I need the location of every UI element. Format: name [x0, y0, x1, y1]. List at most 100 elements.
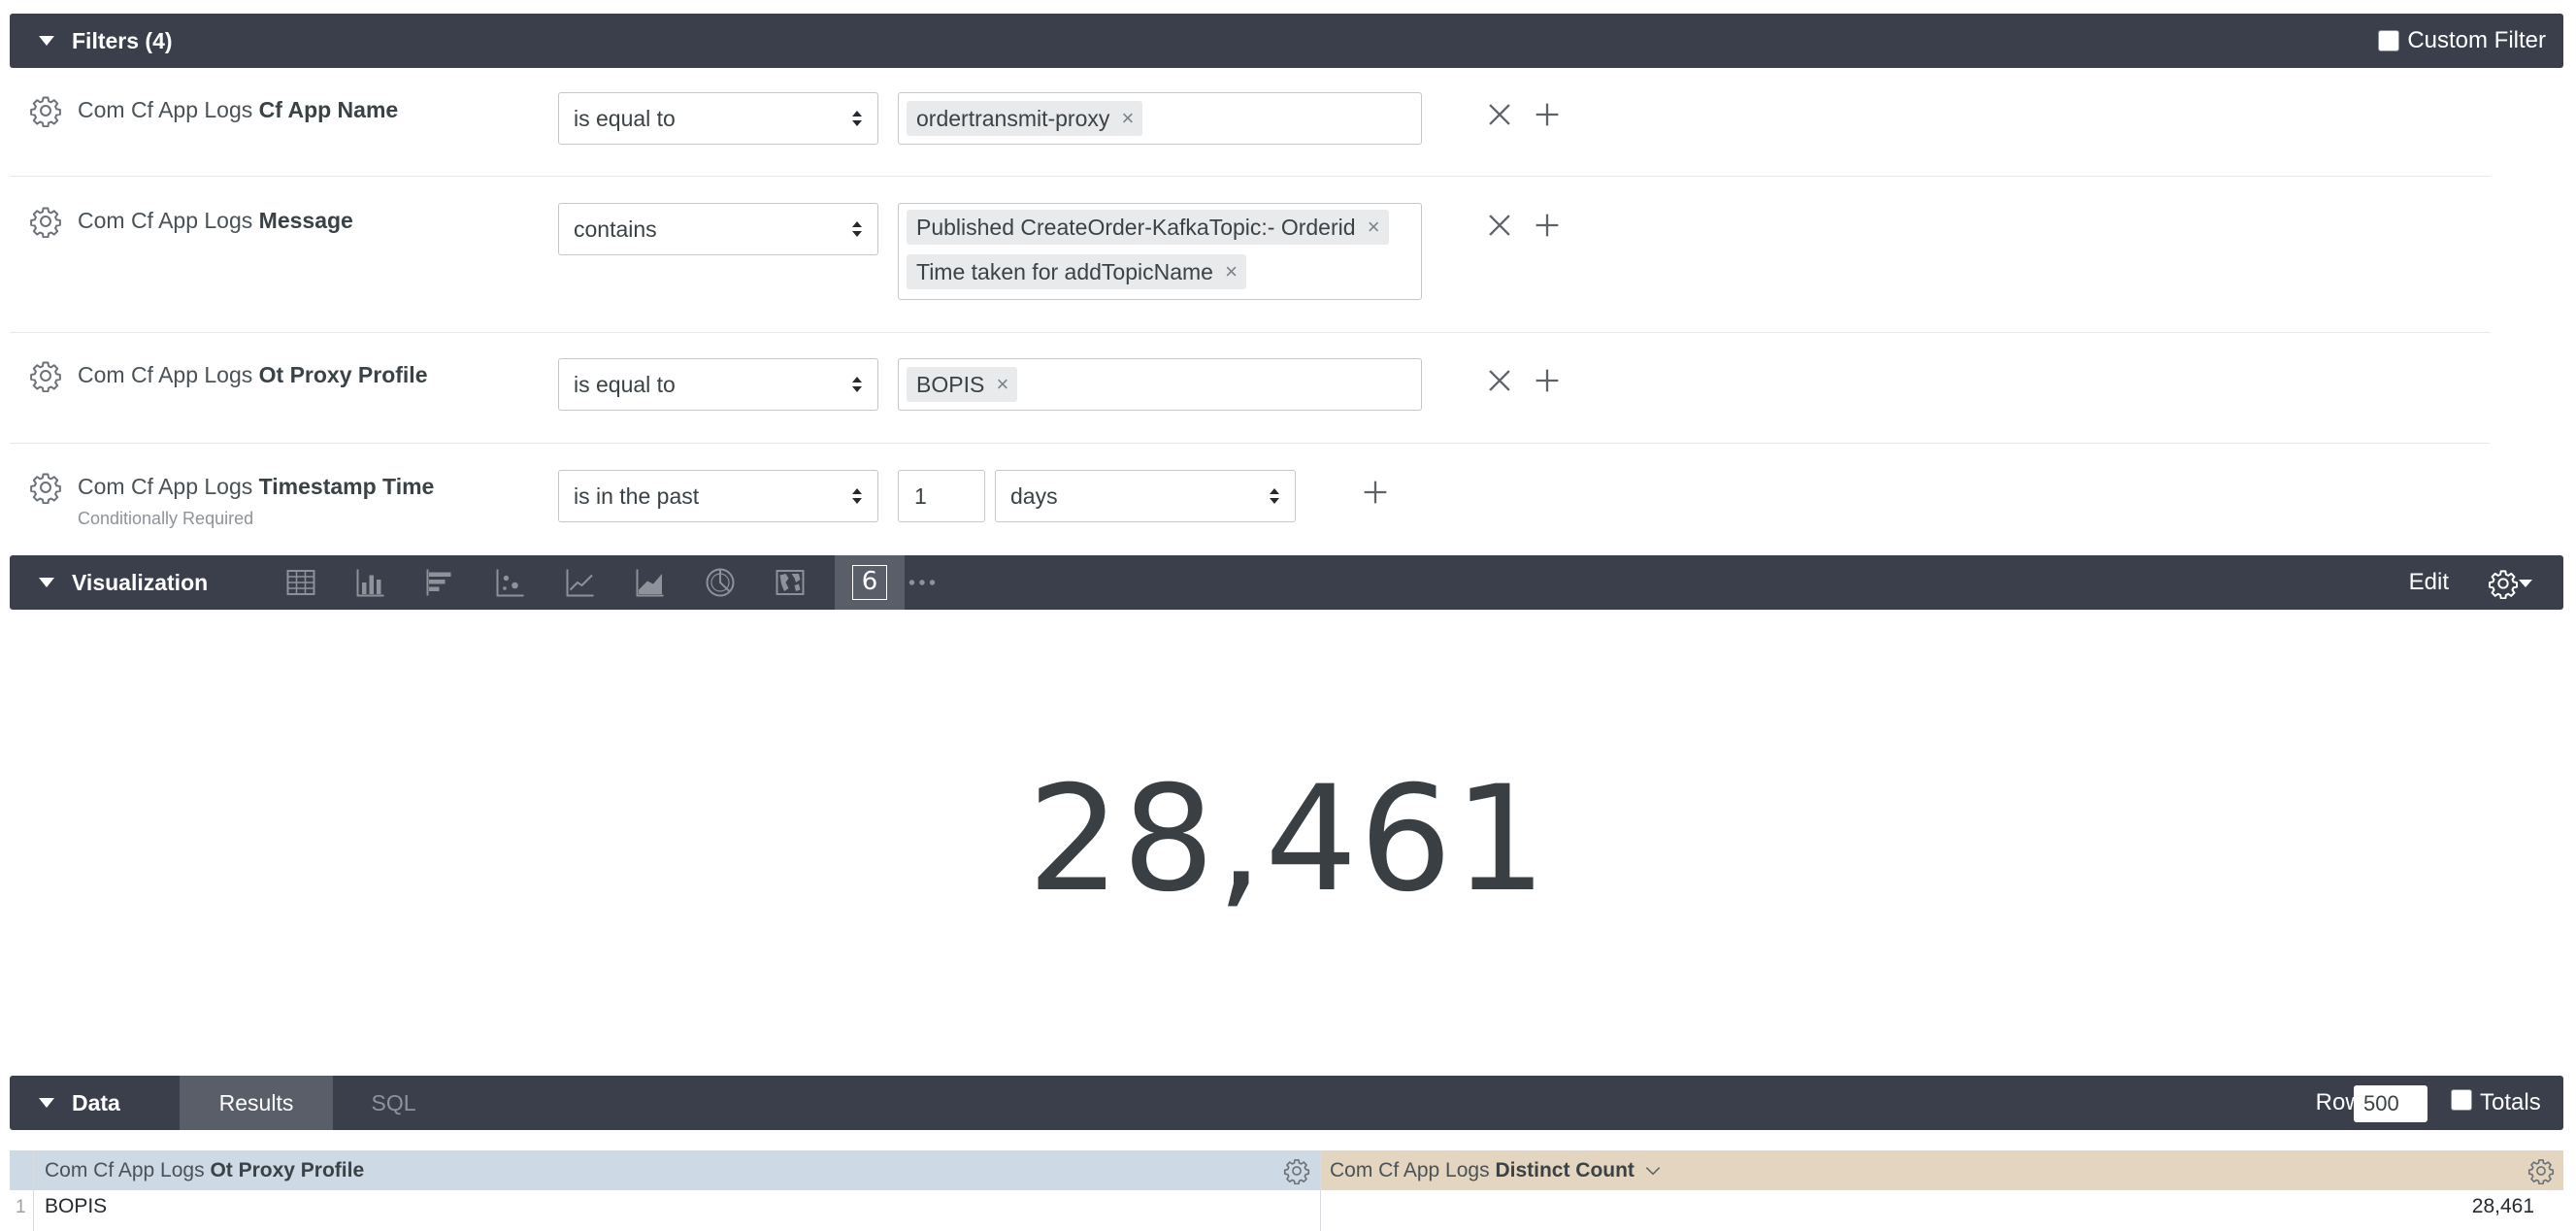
single-value-display: 28,461: [1027, 755, 1549, 924]
operator-select[interactable]: contains: [558, 203, 878, 255]
select-arrows-icon: [1270, 488, 1279, 506]
column-header-distinct-count[interactable]: Com Cf App Logs Distinct Count: [1330, 1150, 1635, 1190]
gear-icon[interactable]: [29, 471, 62, 504]
filter-label-message: Com Cf App Logs Message: [78, 208, 353, 234]
operator-select[interactable]: is in the past: [558, 470, 878, 522]
collapse-caret-icon[interactable]: [39, 578, 54, 587]
remove-chip-icon[interactable]: ×: [1368, 210, 1380, 245]
remove-chip-icon[interactable]: ×: [1122, 101, 1135, 136]
column-header-prefix: Com Cf App Logs: [1330, 1159, 1490, 1181]
row-divider: [10, 332, 2490, 333]
row-divider: [10, 443, 2490, 444]
settings-gear-icon[interactable]: [2488, 568, 2519, 599]
conditionally-required-note: Conditionally Required: [78, 509, 254, 528]
filter-label-prefix: Com Cf App Logs: [78, 208, 253, 233]
value-chip-text: Time taken for addTopicName: [916, 259, 1213, 284]
number-input[interactable]: 1: [898, 470, 985, 522]
column-gear-icon[interactable]: [1283, 1157, 1310, 1184]
column-header-ot-proxy-profile[interactable]: Com Cf App Logs Ot Proxy Profile: [45, 1150, 364, 1190]
pie-chart-icon[interactable]: [703, 565, 738, 600]
tab-sql[interactable]: SQL: [333, 1076, 454, 1130]
custom-filter-checkbox[interactable]: [2378, 30, 2400, 51]
operator-select[interactable]: is equal to: [558, 92, 878, 145]
operator-value: is equal to: [574, 106, 676, 131]
filter-label-ot-proxy-profile: Com Cf App Logs Ot Proxy Profile: [78, 362, 427, 388]
totals-label: Totals: [2480, 1089, 2541, 1115]
filter-label-field: Message: [258, 208, 353, 233]
sort-descending-icon[interactable]: [1642, 1161, 1664, 1181]
row-limit-value: 500: [2363, 1091, 2399, 1115]
settings-dropdown-caret-icon[interactable]: [2519, 580, 2532, 587]
operator-value: is in the past: [574, 483, 700, 509]
table-icon[interactable]: [283, 565, 318, 600]
add-filter-icon[interactable]: [1531, 209, 1564, 242]
gear-icon[interactable]: [29, 205, 62, 238]
filter-value-input[interactable]: ordertransmit-proxy ×: [898, 92, 1422, 145]
filter-label-field: Timestamp Time: [258, 474, 435, 499]
row-limit-input[interactable]: 500: [2354, 1085, 2427, 1122]
value-chip: Published CreateOrder-KafkaTopic:- Order…: [907, 210, 1389, 245]
edit-button[interactable]: Edit: [2409, 555, 2449, 610]
remove-chip-icon[interactable]: ×: [1225, 254, 1238, 289]
column-header-field: Ot Proxy Profile: [210, 1159, 365, 1181]
column-header-prefix: Com Cf App Logs: [45, 1159, 205, 1181]
cell-distinct-count[interactable]: 28,461: [2472, 1195, 2534, 1218]
value-chip-text: ordertransmit-proxy: [916, 106, 1110, 131]
filter-label-prefix: Com Cf App Logs: [78, 362, 253, 387]
filters-title: Filters (4): [72, 28, 173, 53]
line-chart-icon[interactable]: [563, 565, 598, 600]
value-chip: ordertransmit-proxy ×: [907, 101, 1143, 136]
data-title: Data: [72, 1090, 120, 1115]
select-arrows-icon: [852, 488, 862, 506]
value-chip-text: Published CreateOrder-KafkaTopic:- Order…: [916, 215, 1356, 240]
operator-value: contains: [574, 216, 657, 242]
add-filter-icon[interactable]: [1531, 98, 1564, 131]
collapse-caret-icon[interactable]: [39, 1098, 54, 1108]
cell-ot-proxy-profile[interactable]: BOPIS: [45, 1195, 107, 1218]
select-arrows-icon: [852, 111, 862, 128]
map-icon[interactable]: [773, 565, 808, 600]
collapse-caret-icon[interactable]: [39, 36, 54, 46]
totals-checkbox[interactable]: [2451, 1089, 2472, 1111]
visualization-title: Visualization: [72, 570, 209, 595]
filter-label-field: Ot Proxy Profile: [258, 362, 428, 387]
tab-results[interactable]: Results: [180, 1076, 333, 1130]
number-value: 1: [914, 483, 927, 509]
row-divider: [10, 176, 2490, 177]
select-arrows-icon: [852, 377, 862, 394]
row-index: 1: [16, 1197, 26, 1217]
filter-label-prefix: Com Cf App Logs: [78, 97, 253, 122]
unit-value: days: [1010, 483, 1058, 509]
scatter-icon[interactable]: [493, 565, 528, 600]
select-arrows-icon: [852, 221, 862, 239]
column-gear-icon[interactable]: [2527, 1157, 2555, 1184]
remove-filter-icon[interactable]: [1483, 98, 1516, 131]
custom-filter-label: Custom Filter: [2407, 27, 2546, 53]
single-value-icon-text: 6: [861, 567, 878, 596]
add-filter-icon[interactable]: [1359, 476, 1392, 509]
gear-icon[interactable]: [29, 359, 62, 392]
visualization-bar: Visualization 6 Edit: [10, 555, 2563, 610]
value-chip: BOPIS ×: [907, 367, 1018, 402]
more-icon[interactable]: [905, 565, 940, 600]
filter-value-input[interactable]: Published CreateOrder-KafkaTopic:- Order…: [898, 203, 1422, 300]
operator-select[interactable]: is equal to: [558, 358, 878, 411]
gear-icon[interactable]: [29, 94, 62, 127]
remove-chip-icon[interactable]: ×: [996, 367, 1008, 402]
filter-label-prefix: Com Cf App Logs: [78, 474, 253, 499]
column-header-field: Distinct Count: [1495, 1159, 1635, 1181]
remove-filter-icon[interactable]: [1483, 364, 1516, 397]
bar-chart-icon[interactable]: [423, 565, 458, 600]
add-filter-icon[interactable]: [1531, 364, 1564, 397]
column-divider: [1320, 1150, 1321, 1231]
area-chart-icon[interactable]: [633, 565, 668, 600]
single-value-icon[interactable]: 6: [852, 565, 887, 600]
filter-value-input[interactable]: BOPIS ×: [898, 358, 1422, 411]
remove-filter-icon[interactable]: [1483, 209, 1516, 242]
unit-select[interactable]: days: [995, 470, 1296, 522]
value-chip: Time taken for addTopicName ×: [907, 254, 1246, 289]
operator-value: is equal to: [574, 372, 676, 397]
filters-bar[interactable]: Filters (4) Custom Filter: [10, 14, 2563, 68]
filter-label-cf-app-name: Com Cf App Logs Cf App Name: [78, 97, 398, 123]
column-chart-icon[interactable]: [353, 565, 388, 600]
